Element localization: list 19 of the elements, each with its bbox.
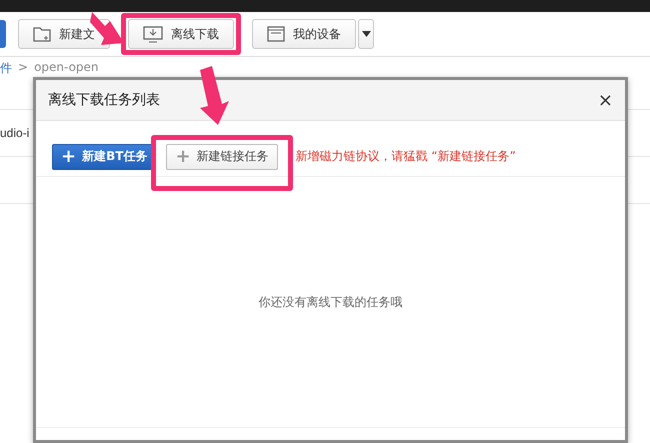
new-link-task-button[interactable]: + 新建链接任务 [166, 144, 278, 170]
toolbar-button[interactable]: 离线下载 [128, 19, 234, 49]
empty-message: 你还没有离线下载的任务哦 [258, 294, 402, 310]
toolbar-button[interactable]: 我的设备 [252, 19, 356, 49]
breadcrumb-link[interactable]: 件 [0, 60, 12, 83]
close-button[interactable]: × [598, 90, 613, 110]
monitor-download-icon [143, 26, 163, 42]
breadcrumb-current: open-open [34, 60, 99, 76]
toolbar-button[interactable] [0, 20, 6, 48]
caret-icon [362, 31, 370, 37]
dialog-title: 离线下载任务列表 [48, 91, 160, 109]
notice-text: 新增磁力链协议，请猛戳 “新建链接任务” [296, 148, 516, 165]
folder-icon [33, 26, 51, 42]
arrow-drawing [200, 66, 229, 125]
toolbar-button[interactable]: 新建文 [18, 19, 110, 49]
file-name[interactable]: udio-i [0, 126, 30, 140]
device-icon [267, 26, 285, 42]
breadcrumb-separator: > [18, 60, 28, 76]
dropdown-button[interactable] [358, 19, 374, 49]
